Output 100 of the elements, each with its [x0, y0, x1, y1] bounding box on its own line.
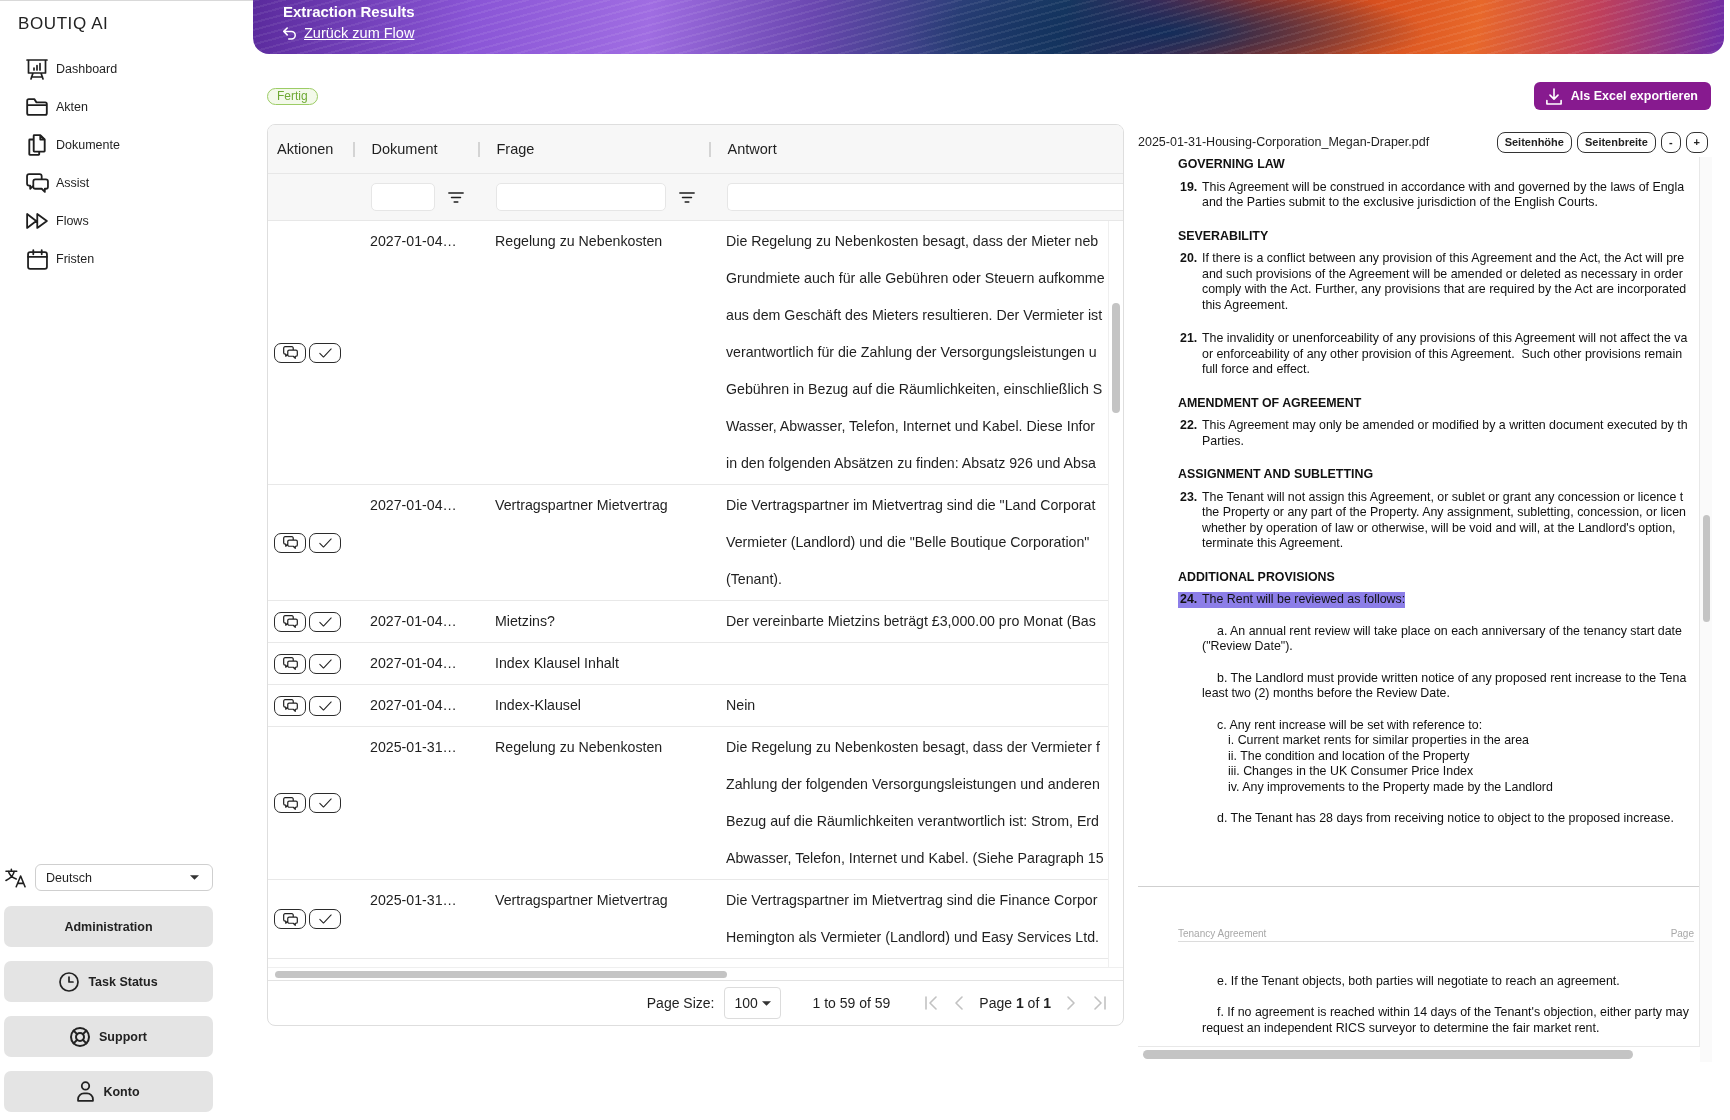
- table-cell-text: Die Vertragspartner im Mietvertrag sind die Finance Corpor Hemington als Vermieter (Landlord) und Easy Services Ltd.: [726, 891, 1099, 947]
- chat-button[interactable]: [274, 532, 306, 553]
- sidebar-nav-item[interactable]: Dashboard: [25, 57, 118, 81]
- section-heading: GOVERNING LAW: [1178, 157, 1285, 173]
- sidebar-button[interactable]: Task Status: [4, 961, 213, 1002]
- table-cell-text: Die Regelung zu Nebenkosten besagt, dass der Vermieter f Zahlung der folgenden Versorgungsleistungen und anderen Bezug auf die Räumlichkeiten verantwortlich ist: Strom, Erd Abwasser, Telefon, Internet und Kabel. (Siehe Paragraph 15: [726, 738, 1104, 868]
- calendar-icon: [26, 248, 48, 270]
- running-header: Tenancy Agreement: [1178, 926, 1267, 941]
- check-button[interactable]: [309, 909, 341, 929]
- check-button[interactable]: [309, 342, 341, 363]
- sidebar-button[interactable]: Support: [4, 1016, 213, 1057]
- chat-bubbles-icon: [25, 173, 49, 193]
- person-icon: [77, 1081, 95, 1102]
- filter-field[interactable]: [727, 183, 1123, 211]
- column-header[interactable]: Aktionen: [277, 141, 334, 157]
- section-heading: AMENDMENT OF AGREEMENT: [1178, 395, 1362, 411]
- zoom-in-button[interactable]: +: [1685, 131, 1708, 153]
- sidebar-nav-item[interactable]: Fristen: [25, 247, 95, 271]
- chat-button[interactable]: [274, 653, 306, 674]
- filter-icon[interactable]: [448, 191, 464, 203]
- table-cell-text: 2027-01-04…: [370, 612, 457, 631]
- fit-width-button[interactable]: Seitenbreite: [1576, 131, 1656, 153]
- table-cell-text: Mietzins?: [495, 612, 555, 631]
- sidebar-button[interactable]: Konto: [4, 1071, 213, 1112]
- clause-paragraph: 23. The Tenant will not assign this Agreement, or sublet or grant any concession or licence t the Property or any part of the Property. Any assignment, subletting, concession, or licen whether by operation of law or otherwise, will be void and will, at the Landlord's option, terminate this Agreement.: [1179, 489, 1686, 552]
- chat-button[interactable]: [274, 695, 306, 716]
- sidebar-nav-item[interactable]: Flows: [25, 209, 89, 233]
- chat-bubbles-icon: [282, 615, 298, 628]
- check-button[interactable]: [309, 695, 341, 716]
- filter-icon[interactable]: [679, 191, 695, 203]
- check-icon: [318, 798, 332, 808]
- table-cell-text: 2027-01-04…: [370, 496, 457, 515]
- table-cell-text: Nein: [726, 696, 756, 715]
- export-button[interactable]: Als Excel exportieren: [1533, 82, 1711, 110]
- column-header[interactable]: Frage: [496, 141, 535, 157]
- column-header[interactable]: Antwort: [727, 141, 777, 157]
- list-item-text: iv. Any improvements to the Property made by the Landlord: [1227, 779, 1553, 795]
- check-icon: [318, 914, 332, 924]
- table-cell-text: Index Klausel Inhalt: [495, 654, 619, 673]
- chat-button[interactable]: [274, 342, 306, 363]
- sidebar-nav-item[interactable]: Dokumente: [25, 133, 120, 157]
- sidebar-button[interactable]: Administration: [4, 906, 213, 947]
- presentation-chart-icon: [26, 58, 48, 80]
- chat-bubbles-icon: [282, 699, 298, 712]
- table-cell-text: 2027-01-04…: [370, 696, 457, 715]
- table-cell-text: 2025-01-31…: [370, 891, 457, 910]
- language-select[interactable]: Deutsch: [35, 864, 213, 891]
- scrollbar-thumb[interactable]: [1702, 515, 1710, 622]
- table-cell-text: 2027-01-04…: [370, 654, 457, 673]
- file-name: 2025-01-31-Housing-Corporation_Megan-Draper.pdf: [1138, 135, 1430, 149]
- sidebar-nav-item[interactable]: Akten: [25, 95, 88, 119]
- double-play-icon: [26, 213, 48, 229]
- subclause-paragraph: e. If the Tenant objects, both parties will negotiate to reach an agreement.: [1216, 973, 1620, 989]
- chat-bubbles-icon: [282, 796, 298, 810]
- subclause-paragraph: c. Any rent increase will be set with reference to:: [1216, 717, 1483, 733]
- chat-button[interactable]: [274, 611, 306, 632]
- subclause-paragraph: d. The Tenant has 28 days from receiving notice to object to the proposed increase.: [1216, 811, 1674, 827]
- chat-bubbles-icon: [282, 912, 298, 926]
- table-cell-text: Der vereinbarte Mietzins beträgt £3,000.00 pro Monat (Bas: [726, 612, 1096, 631]
- section-heading: SEVERABILITY: [1178, 228, 1269, 244]
- check-button[interactable]: [309, 793, 341, 813]
- table-cell-text: Die Regelung zu Nebenkosten besagt, dass der Mieter neb Grundmiete auch für alle Gebühren oder Steuern aufkomme aus dem Geschäft des Mieters resultieren. Der Vermieter ist verantwortlich für die Zahlung der Versorgungsleistungen u Gebühren in Bezug auf die Räumlichkeiten, einschließlich S Wasser, Abwasser, Telefon, Internet und Kabel. Diese Infor in den folgenden Absätzen zu finden: Absatz 926 und Absa: [726, 232, 1105, 473]
- section-heading: ADDITIONAL PROVISIONS: [1178, 569, 1335, 585]
- check-icon: [318, 616, 332, 627]
- column-header[interactable]: Dokument: [371, 141, 438, 157]
- zoom-out-button[interactable]: -: [1660, 131, 1681, 153]
- fit-height-button[interactable]: Seitenhöhe: [1496, 131, 1572, 153]
- check-button[interactable]: [309, 611, 341, 632]
- return-arrow-icon: [283, 26, 296, 40]
- chat-button[interactable]: [274, 793, 306, 813]
- page-size-label: Page Size:: [646, 995, 715, 1011]
- list-item-text: iii. Changes in the UK Consumer Price Index: [1227, 764, 1474, 780]
- scrollbar-thumb[interactable]: [1143, 1050, 1633, 1059]
- check-icon: [318, 347, 332, 358]
- table-cell-text: Vertragspartner Mietvertrag: [495, 891, 668, 910]
- table-cell-text: 2027-01-04…: [370, 232, 457, 251]
- section-heading: ASSIGNMENT AND SUBLETTING: [1178, 467, 1374, 483]
- table-cell-text: Vertragspartner Mietvertrag: [495, 496, 668, 515]
- page-indicator: Page 1 of 1: [979, 995, 1051, 1011]
- sidebar-nav-item[interactable]: Assist: [25, 171, 90, 195]
- subclause-paragraph: f. If no agreement is reached within 14 days of the Tenant's objection, either party may request an independent RICS surveyor to determine the fair market rent.: [1201, 1005, 1689, 1036]
- filter-field[interactable]: [496, 183, 666, 211]
- chat-bubbles-icon: [282, 657, 298, 670]
- scrollbar-thumb[interactable]: [275, 970, 727, 978]
- caret-down-icon: [190, 875, 199, 880]
- clock-icon: [59, 971, 80, 992]
- check-button[interactable]: [309, 653, 341, 674]
- table-cell-text: Regelung zu Nebenkosten: [495, 738, 663, 757]
- subclause-paragraph: a. An annual rent review will take place on each anniversary of the tenancy start date ("Review Date").: [1201, 623, 1682, 655]
- check-button[interactable]: [309, 532, 341, 553]
- chat-button[interactable]: [274, 909, 306, 929]
- filter-field[interactable]: [371, 183, 435, 211]
- documents-icon: [28, 134, 46, 156]
- table-cell-text: Regelung zu Nebenkosten: [495, 232, 663, 251]
- page-size-select[interactable]: 100: [723, 987, 781, 1019]
- check-icon: [318, 700, 332, 711]
- caret-down-icon: [761, 1000, 771, 1006]
- download-icon: [1545, 87, 1562, 105]
- scrollbar-thumb[interactable]: [1112, 303, 1120, 413]
- back-link[interactable]: Zurück zum Flow: [283, 24, 415, 42]
